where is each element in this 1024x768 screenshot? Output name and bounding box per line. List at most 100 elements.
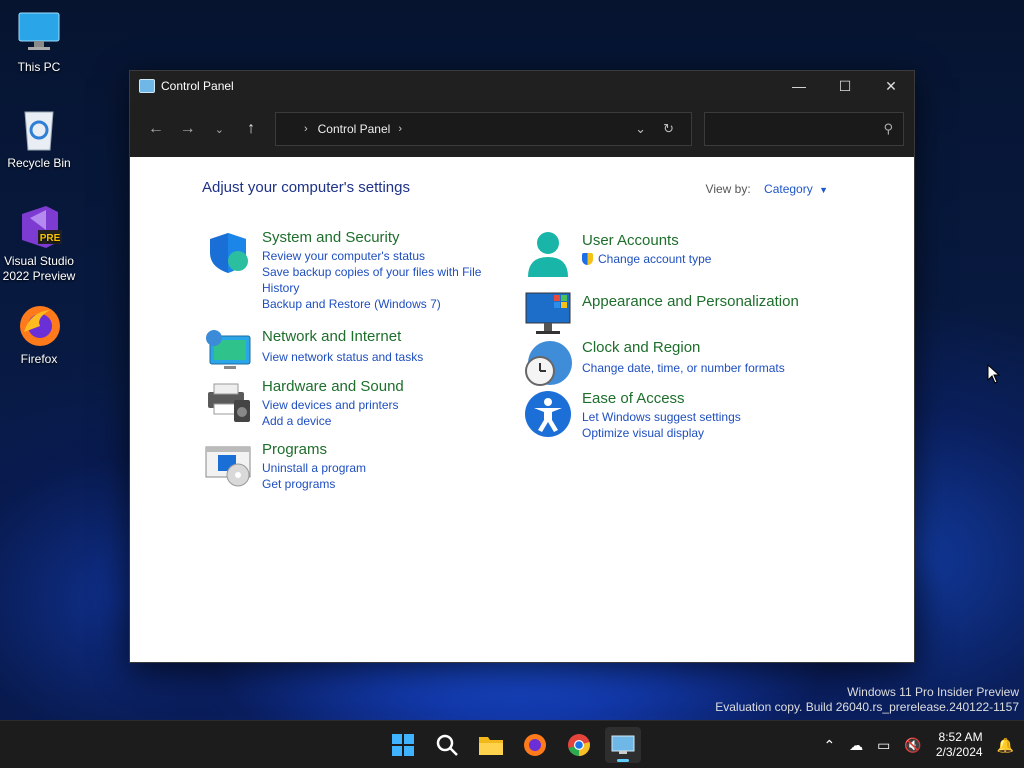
refresh-icon[interactable]: ↻ [655, 121, 683, 137]
close-button[interactable]: ✕ [868, 71, 914, 101]
taskbar: ⌃ ☁ ▭ 🔇 8:52 AM 2/3/2024 🔔 [0, 720, 1024, 768]
category-title[interactable]: Clock and Region [582, 339, 785, 356]
pre-badge: PRE [40, 233, 61, 244]
forward-arrow-icon[interactable]: → [172, 113, 204, 145]
network-display-icon[interactable]: ▭ [877, 737, 890, 754]
volume-muted-icon[interactable]: 🔇 [904, 737, 921, 754]
link-file-history[interactable]: Save backup copies of your files with Fi… [262, 264, 492, 296]
watermark-line: Windows 11 Pro Insider Preview [847, 685, 1019, 699]
link-change-date-time[interactable]: Change date, time, or number formats [582, 360, 785, 376]
category-ease-of-access: Ease of Access Let Windows suggest setti… [524, 390, 741, 441]
control-panel-window: Control Panel — ☐ ✕ ← → ⌄ ↑ › Control Pa… [129, 70, 915, 663]
maximize-button[interactable]: ☐ [822, 71, 868, 101]
address-dropdown-icon[interactable]: ⌄ [627, 121, 655, 137]
network-icon[interactable] [204, 328, 252, 376]
up-arrow-icon[interactable]: ↑ [235, 113, 267, 145]
search-input[interactable] [714, 122, 884, 136]
breadcrumb-chevron-icon[interactable]: › [304, 123, 308, 135]
accessibility-icon[interactable] [524, 390, 572, 438]
notification-bell-icon[interactable]: 🔔 [997, 737, 1014, 754]
taskbar-apps [385, 727, 641, 763]
computer-icon [16, 10, 62, 56]
desktop-icon-visual-studio[interactable]: PRE Visual Studio 2022 Preview [0, 204, 78, 284]
mouse-cursor-icon [987, 363, 1001, 389]
firefox-icon [524, 734, 546, 756]
desktop-icon-recycle-bin[interactable]: Recycle Bin [0, 106, 78, 171]
user-icon[interactable] [524, 229, 572, 277]
category-clock-region: Clock and Region Change date, time, or n… [524, 339, 785, 387]
show-hidden-icons-chevron-icon[interactable]: ⌃ [823, 737, 835, 754]
link-add-device[interactable]: Add a device [262, 413, 404, 429]
category-network-internet: Network and Internet View network status… [204, 328, 423, 376]
evaluation-watermark: Windows 11 Pro Insider Preview Evaluatio… [715, 685, 1019, 715]
clock[interactable]: 8:52 AM 2/3/2024 [936, 730, 983, 760]
link-change-account-type[interactable]: Change account type [582, 251, 711, 267]
page-heading: Adjust your computer's settings [202, 179, 410, 196]
search-icon[interactable]: ⚲ [884, 121, 894, 137]
search-box[interactable]: ⚲ [703, 112, 905, 146]
category-title[interactable]: Programs [262, 441, 366, 458]
watermark-line: Evaluation copy. Build 26040.rs_prerelea… [715, 700, 1019, 714]
category-system-security: System and Security Review your computer… [204, 229, 492, 312]
content-area: Adjust your computer's settings View by:… [130, 157, 914, 662]
category-title[interactable]: Network and Internet [262, 328, 423, 345]
category-title[interactable]: User Accounts [582, 232, 711, 249]
recycle-bin-icon [16, 106, 62, 152]
category-hardware-sound: Hardware and Sound View devices and prin… [204, 378, 404, 429]
chrome-icon [568, 734, 590, 756]
title-bar[interactable]: Control Panel — ☐ ✕ [130, 71, 914, 101]
link-review-status[interactable]: Review your computer's status [262, 248, 492, 264]
category-programs: Programs Uninstall a program Get program… [204, 441, 366, 492]
link-uninstall-program[interactable]: Uninstall a program [262, 460, 366, 476]
visual-studio-icon: PRE [16, 204, 62, 250]
windows-logo-icon [392, 734, 414, 756]
breadcrumb-item[interactable]: Control Panel [318, 122, 391, 136]
onedrive-offline-icon[interactable]: ☁ [849, 737, 863, 754]
breadcrumb[interactable]: Control Panel › [318, 122, 627, 136]
desktop-icon-this-pc[interactable]: This PC [0, 10, 78, 75]
link-network-status[interactable]: View network status and tasks [262, 349, 423, 365]
shield-icon[interactable] [204, 229, 252, 277]
desktop-icon-firefox[interactable]: Firefox [0, 302, 78, 367]
navigation-bar: ← → ⌄ ↑ › Control Panel › ⌄ ↻ ⚲ [130, 101, 914, 157]
printer-icon[interactable] [204, 378, 252, 426]
control-panel-icon [139, 79, 155, 93]
system-tray: ⌃ ☁ ▭ 🔇 8:52 AM 2/3/2024 🔔 [823, 721, 1014, 768]
link-get-programs[interactable]: Get programs [262, 476, 366, 492]
dropdown-caret-icon[interactable]: ▼ [819, 185, 828, 195]
window-title: Control Panel [161, 79, 234, 93]
desktop-icon-label: Firefox [20, 352, 58, 366]
view-by-dropdown[interactable]: Category [764, 182, 813, 196]
folder-icon [479, 737, 503, 755]
link-backup-restore[interactable]: Backup and Restore (Windows 7) [262, 296, 492, 312]
breadcrumb-chevron-icon[interactable]: › [398, 123, 402, 135]
minimize-button[interactable]: — [776, 71, 822, 101]
link-devices-printers[interactable]: View devices and printers [262, 397, 404, 413]
category-title[interactable]: Appearance and Personalization [582, 293, 799, 310]
firefox-icon [16, 302, 62, 348]
search-icon [436, 734, 458, 756]
category-title[interactable]: System and Security [262, 229, 492, 246]
link-windows-suggest-settings[interactable]: Let Windows suggest settings [582, 409, 741, 425]
firefox-taskbar-button[interactable] [517, 727, 553, 763]
category-user-accounts: User Accounts Change account type [524, 229, 711, 277]
programs-icon[interactable] [204, 441, 252, 489]
control-panel-taskbar-button[interactable] [605, 727, 641, 763]
desktop-icon-label: Recycle Bin [7, 156, 71, 170]
start-button[interactable] [385, 727, 421, 763]
category-title[interactable]: Hardware and Sound [262, 378, 404, 395]
monitor-icon[interactable] [524, 289, 572, 337]
address-bar[interactable]: › Control Panel › ⌄ ↻ [274, 112, 692, 146]
recent-locations-chevron-icon[interactable]: ⌄ [203, 113, 235, 145]
back-arrow-icon[interactable]: ← [140, 113, 172, 145]
file-explorer-button[interactable] [473, 727, 509, 763]
search-taskbar-button[interactable] [429, 727, 465, 763]
link-optimize-visual-display[interactable]: Optimize visual display [582, 425, 741, 441]
control-panel-icon [611, 735, 635, 754]
desktop-icon-label: This PC [17, 60, 61, 74]
category-title[interactable]: Ease of Access [582, 390, 741, 407]
view-by: View by: Category ▼ [706, 182, 828, 196]
clock-globe-icon[interactable] [524, 339, 572, 387]
chrome-taskbar-button[interactable] [561, 727, 597, 763]
category-appearance-personalization: Appearance and Personalization [524, 289, 799, 337]
